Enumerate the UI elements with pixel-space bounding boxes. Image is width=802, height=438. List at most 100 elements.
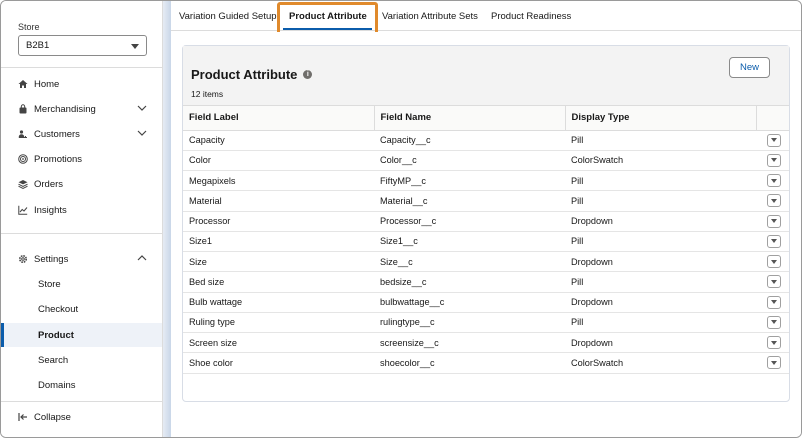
chevron-down-icon — [771, 259, 777, 264]
table-row[interactable]: Size Size__c Dropdown — [183, 251, 789, 273]
chevron-down-icon[interactable] — [137, 104, 147, 115]
cell-display-type: Dropdown — [565, 251, 756, 273]
row-actions-button[interactable] — [767, 295, 781, 309]
settings-item-checkout[interactable]: Checkout — [1, 297, 162, 321]
chevron-down-icon — [771, 320, 777, 325]
cell-field-name: Size__c — [374, 251, 565, 273]
nav-customers[interactable]: Customers — [1, 122, 162, 146]
divider — [1, 401, 162, 402]
card-header: Product Attribute i 12 items New — [183, 46, 789, 106]
chevron-down-icon — [771, 239, 777, 244]
table-row[interactable]: Material Material__c Pill — [183, 190, 789, 212]
table-row[interactable]: Bulb wattage bulbwattage__c Dropdown — [183, 292, 789, 313]
row-actions-button[interactable] — [767, 336, 781, 350]
cell-display-type: ColorSwatch — [565, 352, 756, 374]
collapse-button[interactable]: Collapse — [1, 405, 162, 429]
home-icon — [18, 79, 28, 89]
cell-field-label: Size — [183, 251, 374, 273]
nav-customers-label: Customers — [34, 128, 80, 140]
tab-label: Variation Guided Setup — [179, 10, 277, 22]
table-row[interactable]: Color Color__c ColorSwatch — [183, 150, 789, 172]
divider — [1, 67, 162, 68]
tab-variation-guided-setup[interactable]: Variation Guided Setup — [179, 1, 277, 31]
row-actions-button[interactable] — [767, 315, 781, 329]
cell-display-type: Pill — [565, 190, 756, 212]
chevron-up-icon[interactable] — [137, 254, 147, 265]
nav-promotions[interactable]: Promotions — [1, 147, 162, 171]
tab-product-readiness[interactable]: Product Readiness — [491, 1, 571, 31]
settings-item-store[interactable]: Store — [1, 272, 162, 296]
column-header-display-type[interactable]: Display Type — [565, 106, 757, 131]
settings-item-domains[interactable]: Domains — [1, 373, 162, 397]
cell-actions — [756, 251, 789, 273]
cell-actions — [756, 352, 789, 374]
cell-field-name: Processor__c — [374, 211, 565, 232]
info-icon[interactable]: i — [303, 70, 313, 79]
cell-field-label: Processor — [183, 211, 374, 232]
nav-home-label: Home — [34, 78, 60, 90]
table-row[interactable]: Bed size bedsize__c Pill — [183, 271, 789, 293]
row-actions-button[interactable] — [767, 275, 781, 289]
table-row[interactable]: Processor Processor__c Dropdown — [183, 211, 789, 232]
row-actions-button[interactable] — [767, 255, 781, 269]
cell-display-type: Pill — [565, 271, 756, 293]
tab-label: Variation Attribute Sets — [382, 10, 478, 22]
cell-field-label: Shoe color — [183, 352, 374, 374]
column-header-field-label[interactable]: Field Label — [183, 106, 375, 131]
row-actions-button[interactable] — [767, 174, 781, 188]
main-content: Product Attribute i 12 items New Field L… — [171, 32, 801, 437]
cell-actions — [756, 150, 789, 172]
cell-display-type: Dropdown — [565, 211, 756, 232]
cell-field-name: rulingtype__c — [374, 312, 565, 334]
row-actions-button[interactable] — [767, 194, 781, 208]
row-actions-button[interactable] — [767, 133, 781, 147]
cell-actions — [756, 231, 789, 253]
cell-field-name: screensize__c — [374, 332, 565, 354]
table-row[interactable]: Screen size screensize__c Dropdown — [183, 332, 789, 354]
nav-settings[interactable]: Settings — [1, 247, 162, 271]
table-row[interactable]: Megapixels FiftyMP__c Pill — [183, 170, 789, 192]
cell-field-name: Color__c — [374, 150, 565, 172]
cell-display-type: Pill — [565, 130, 756, 151]
cell-field-name: Capacity__c — [374, 130, 565, 151]
store-select[interactable]: B2B1 — [18, 35, 147, 56]
nav-orders[interactable]: Orders — [1, 172, 162, 196]
tab-variation-attribute-sets[interactable]: Variation Attribute Sets — [382, 1, 478, 31]
cell-display-type: ColorSwatch — [565, 150, 756, 172]
row-actions-button[interactable] — [767, 214, 781, 228]
chevron-down-icon — [131, 44, 139, 49]
nav-merchandising-label: Merchandising — [34, 103, 96, 115]
table-row[interactable]: Ruling type rulingtype__c Pill — [183, 312, 789, 334]
chevron-down-icon[interactable] — [137, 129, 147, 140]
row-actions-button[interactable] — [767, 234, 781, 248]
collapse-label: Collapse — [34, 411, 71, 423]
table-row[interactable]: Capacity Capacity__c Pill — [183, 130, 789, 151]
settings-item-search[interactable]: Search — [1, 348, 162, 372]
row-actions-button[interactable] — [767, 356, 781, 370]
column-header-actions — [756, 106, 789, 131]
row-actions-button[interactable] — [767, 153, 781, 167]
bag-icon — [18, 104, 28, 114]
cell-display-type: Pill — [565, 312, 756, 334]
card-title: Product Attribute i — [191, 67, 313, 82]
nav-orders-label: Orders — [34, 178, 64, 190]
column-header-field-name[interactable]: Field Name — [374, 106, 566, 131]
nav-merchandising[interactable]: Merchandising — [1, 97, 162, 121]
cell-field-label: Bulb wattage — [183, 292, 374, 313]
nav-promotions-label: Promotions — [34, 153, 83, 165]
nav-insights[interactable]: Insights — [1, 198, 162, 222]
chevron-down-icon — [771, 219, 777, 224]
table-row[interactable]: Shoe color shoecolor__c ColorSwatch — [183, 352, 789, 374]
cell-actions — [756, 130, 789, 151]
collapse-icon — [18, 412, 28, 422]
cell-actions — [756, 190, 789, 212]
new-button[interactable]: New — [729, 57, 770, 78]
settings-item-product[interactable]: Product — [1, 323, 162, 347]
nav-insights-label: Insights — [34, 204, 67, 216]
settings-item-label: Checkout — [38, 303, 79, 315]
cell-actions — [756, 211, 789, 232]
chevron-down-icon — [771, 158, 777, 163]
table-row[interactable]: Size1 Size1__c Pill — [183, 231, 789, 253]
product-attribute-card: Product Attribute i 12 items New Field L… — [182, 45, 790, 402]
nav-home[interactable]: Home — [1, 72, 162, 96]
